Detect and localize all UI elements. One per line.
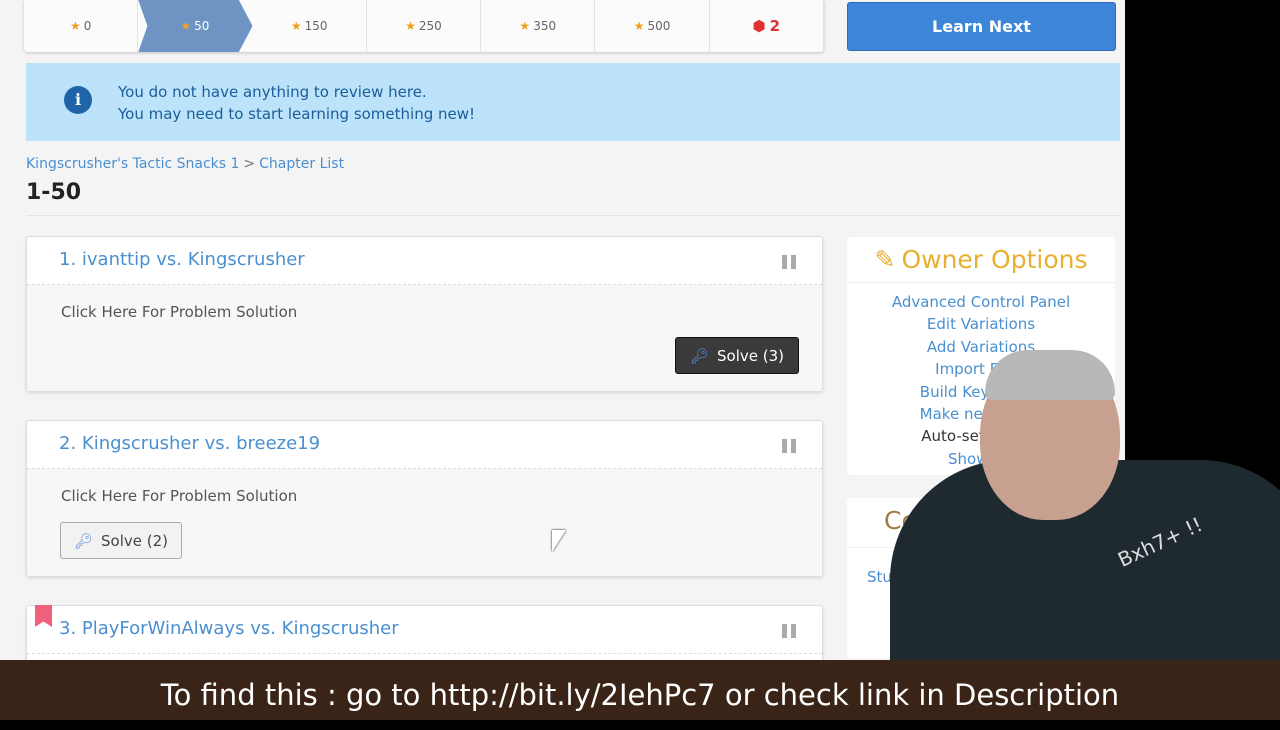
progress-step-150[interactable]: ★ 150 xyxy=(253,0,367,52)
video-caption: To find this : go to http://bit.ly/2IehP… xyxy=(0,660,1280,720)
errors-label: 2 xyxy=(769,17,781,35)
breadcrumb: Kingscrusher's Tactic Snacks 1 > Chapter L… xyxy=(26,156,344,172)
divider xyxy=(26,215,1120,216)
solve-button[interactable]: 🔑︎ Solve (2) xyxy=(60,522,182,559)
owner-options-title: Owner Options xyxy=(901,245,1088,274)
step-label: 150 xyxy=(304,19,328,33)
problem-card: 1. ivanttip vs. Kingscrusher Click Here … xyxy=(26,236,823,391)
errors-count[interactable]: ⬢ 2 xyxy=(710,0,824,52)
problem-title[interactable]: 3. PlayForWinAlways vs. Kingscrusher xyxy=(59,618,399,639)
problem-card: 3. PlayForWinAlways vs. Kingscrusher xyxy=(26,605,823,660)
alert-line-2: You may need to start learning something… xyxy=(118,105,476,123)
step-label: 500 xyxy=(647,19,671,33)
star-icon: ★ xyxy=(405,19,416,33)
step-label: 350 xyxy=(533,19,557,33)
info-alert: You do not have anything to review here.… xyxy=(26,63,1120,141)
advanced-control-panel-link[interactable]: Advanced Control Panel xyxy=(847,291,1115,313)
key-icon: 🔑︎ xyxy=(689,346,710,365)
pause-icon[interactable] xyxy=(782,439,796,453)
key-icon: 🔑︎ xyxy=(73,531,94,550)
error-icon: ⬢ xyxy=(752,17,766,35)
progress-step-50[interactable]: ★ 50 xyxy=(138,0,253,52)
star-icon: ★ xyxy=(69,19,81,33)
step-label: 250 xyxy=(418,19,442,33)
mouse-cursor xyxy=(552,530,566,552)
progress-step-0[interactable]: ★ 0 xyxy=(24,0,139,52)
progress-step-250[interactable]: ★ 250 xyxy=(367,0,482,52)
progress-bar: ★ 0 ★ 50 ★ 150 ★ 250 ★ 350 ★ 500 ⬢ 2 xyxy=(24,0,824,52)
learn-next-button[interactable]: Learn Next xyxy=(847,2,1116,51)
problem-title[interactable]: 2. Kingscrusher vs. breeze19 xyxy=(59,433,320,454)
pause-icon[interactable] xyxy=(782,255,796,269)
star-icon: ★ xyxy=(290,19,302,33)
solve-label: Solve (2) xyxy=(101,531,169,550)
star-icon: ★ xyxy=(519,19,531,33)
progress-step-350[interactable]: ★ 350 xyxy=(481,0,596,52)
info-icon: i xyxy=(64,86,92,114)
pencil-icon: ✎ xyxy=(874,245,896,274)
star-icon: ★ xyxy=(633,19,645,33)
problem-card: 2. Kingscrusher vs. breeze19 Click Here … xyxy=(26,420,823,576)
star-icon: ★ xyxy=(180,19,192,33)
page-title: 1-50 xyxy=(26,180,82,205)
step-label: 50 xyxy=(194,19,210,33)
breadcrumb-course[interactable]: Kingscrusher's Tactic Snacks 1 xyxy=(26,156,239,172)
problem-solution-link[interactable]: Click Here For Problem Solution xyxy=(61,487,297,505)
breadcrumb-chapter-list[interactable]: Chapter List xyxy=(259,156,344,172)
problem-title[interactable]: 1. ivanttip vs. Kingscrusher xyxy=(59,249,305,270)
step-label: 0 xyxy=(83,19,92,33)
alert-line-1: You do not have anything to review here. xyxy=(118,83,427,101)
solve-label: Solve (3) xyxy=(717,346,785,365)
breadcrumb-separator: > xyxy=(243,156,256,172)
webcam-overlay: Bxh7+ !! xyxy=(850,350,1280,660)
solve-button[interactable]: 🔑︎ Solve (3) xyxy=(675,337,799,374)
problem-solution-link[interactable]: Click Here For Problem Solution xyxy=(61,303,297,321)
progress-step-500[interactable]: ★ 500 xyxy=(595,0,710,52)
pause-icon[interactable] xyxy=(782,624,796,638)
webcam-person-hair xyxy=(985,350,1115,400)
edit-variations-link[interactable]: Edit Variations xyxy=(847,313,1115,335)
